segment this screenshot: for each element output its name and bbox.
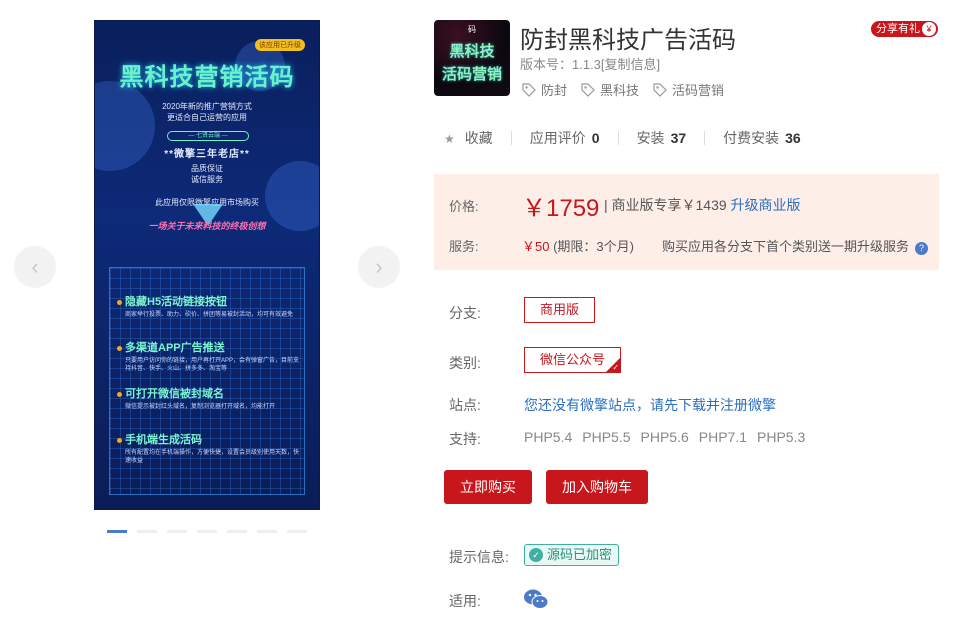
app-icon-text: 黑科技 <box>449 43 495 60</box>
poster-feature: 多渠道APP广告推送 只要用户访问你的链接，用户再打开APP，会有弹窗广告，目前… <box>117 339 301 373</box>
app-icon-mark: 码 <box>468 25 476 34</box>
gallery-dot[interactable] <box>137 530 157 533</box>
poster-title: 黑科技营销活码 <box>119 64 295 91</box>
tag-icon <box>653 82 667 97</box>
paid-installs-stat: 付费安装 36 <box>723 130 801 146</box>
poster-feature: 隐藏H5活动链接按钮 商家举行投票、助力、砍价、拼团等易被封活动，均可有效避免 <box>117 293 301 319</box>
poster-corner-tag: 该应用已升级 <box>255 39 305 51</box>
app-version[interactable]: 版本号：1.1.3[复制信息] <box>520 54 660 73</box>
business-price: | 商业版专享￥1439 升级商业版 <box>604 197 801 213</box>
site-label: 站点: <box>449 397 481 413</box>
chevron-left-icon: ‹ <box>31 254 39 279</box>
gallery-dots <box>107 530 307 533</box>
share-label: 分享有礼 <box>876 23 920 35</box>
branch-option-button[interactable]: 商用版 <box>524 297 596 323</box>
app-icon: 码 黑科技 活码营销 <box>434 20 510 96</box>
price-value: ￥1759 <box>522 195 600 222</box>
poster-slogan: 一场关于未来科技的终极创想 <box>148 221 266 231</box>
share-gift-button[interactable]: 分享有礼 ¥ <box>871 21 938 37</box>
price-panel: 价格: ￥1759 | 商业版专享￥1439 升级商业版 服务: ￥50 (期限… <box>434 174 939 270</box>
tag-icon <box>522 82 536 97</box>
tag-icon <box>581 82 595 97</box>
register-site-link[interactable]: 您还没有微擎站点，请先下载并注册微擎 <box>524 395 776 415</box>
gallery-next-button[interactable]: › <box>358 246 400 288</box>
app-icon-text: 活码营销 <box>441 66 502 83</box>
poster-line: 2020年新的推广营销方式 <box>162 102 252 111</box>
tag-item[interactable]: 活码营销 <box>653 80 724 99</box>
poster-pill: — 七贤云端 — <box>167 131 249 141</box>
php-support-list: PHP5.4 PHP5.5 PHP5.6 PHP7.1 PHP5.3 <box>524 429 805 445</box>
gallery-dot[interactable] <box>227 530 247 533</box>
star-icon: ★ <box>444 132 455 146</box>
php-version: PHP5.6 <box>640 429 689 445</box>
poster-line: 品质保证 <box>191 164 223 173</box>
gallery-dot[interactable] <box>287 530 307 533</box>
help-icon[interactable]: ? <box>915 242 929 255</box>
poster-feature: 可打开微信被封域名 微信提示被封红头域名，复制浏览器打开域名，均能打开 <box>117 385 301 411</box>
poster-feature: 手机端生成活码 所有配置均在手机端操作，方便快捷，设置会员级别使用天数，快速收益 <box>117 431 301 465</box>
branch-label: 分支: <box>449 305 481 321</box>
app-tags: 防封 黑科技 活码营销 <box>522 80 724 99</box>
gallery-dot[interactable] <box>257 530 277 533</box>
hint-label: 提示信息: <box>449 549 509 565</box>
buy-now-button[interactable]: 立即购买 <box>444 470 532 504</box>
poster-line: 诚信服务 <box>191 175 223 184</box>
app-detail-page: ‹ › 该应用已升级 黑科技营销活码 2020年新的推广营销方式 更适合自己运营… <box>0 0 961 624</box>
gallery-dot[interactable] <box>167 530 187 533</box>
tag-item[interactable]: 黑科技 <box>581 80 639 99</box>
category-option-button[interactable]: 微信公众号 ✓ <box>524 347 622 373</box>
wechat-icon <box>524 589 549 609</box>
category-label: 类别: <box>449 355 481 371</box>
poster-line: **微擎三年老店** <box>164 149 250 160</box>
app-stats: ★ 收藏 应用评价 0 安装 37 付费安装 36 <box>444 128 801 148</box>
apply-label: 适用: <box>449 593 481 609</box>
price-label: 价格: <box>449 199 479 214</box>
gallery-dot[interactable] <box>107 530 127 533</box>
service-desc: 购买应用各分支下首个类别送一期升级服务? <box>662 236 929 255</box>
poster-line: 更适合自己运营的应用 <box>167 113 247 122</box>
service-label: 服务: <box>449 239 479 254</box>
php-version: PHP5.3 <box>757 429 806 445</box>
favorite-button[interactable]: ★ 收藏 <box>444 128 493 148</box>
gallery-prev-button[interactable]: ‹ <box>14 246 56 288</box>
installs-stat: 安装 37 <box>636 130 687 146</box>
chevron-right-icon: › <box>375 254 383 279</box>
support-label: 支持: <box>449 431 481 447</box>
encrypted-badge: ✓ 源码已加密 <box>524 544 620 566</box>
rating-stat[interactable]: 应用评价 0 <box>530 128 600 148</box>
php-version: PHP7.1 <box>698 429 747 445</box>
php-version: PHP5.5 <box>582 429 631 445</box>
service-value: ￥50 (期限：3个月) <box>522 239 634 254</box>
upgrade-link[interactable]: 升级商业版 <box>731 197 801 213</box>
check-circle-icon: ✓ <box>529 548 543 562</box>
tag-item[interactable]: 防封 <box>522 80 567 99</box>
gallery-dot[interactable] <box>197 530 217 533</box>
add-to-cart-button[interactable]: 加入购物车 <box>546 470 648 504</box>
app-poster-image: 该应用已升级 黑科技营销活码 2020年新的推广营销方式 更适合自己运营的应用 … <box>94 20 320 510</box>
app-title: 防封黑科技广告活码 <box>520 27 736 54</box>
gift-icon: ¥ <box>922 22 936 36</box>
php-version: PHP5.4 <box>524 429 573 445</box>
check-icon: ✓ <box>612 363 620 372</box>
